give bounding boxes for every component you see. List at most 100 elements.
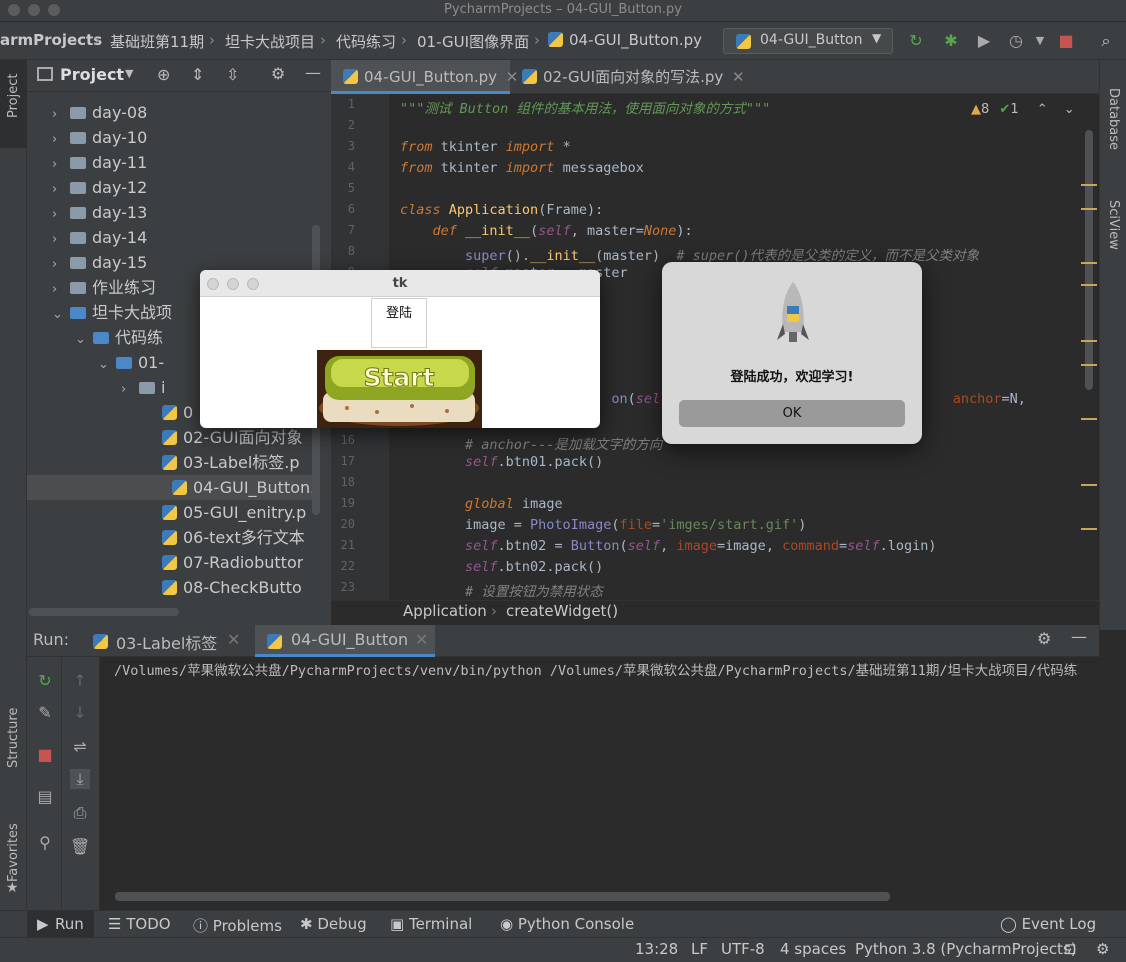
chevron-icon[interactable]: ⌄ <box>98 352 116 375</box>
tree-file[interactable]: 05-GUI_enitry.p <box>144 500 306 525</box>
trash-icon[interactable]: 🗑 <box>70 837 90 857</box>
warning-marker[interactable] <box>1081 340 1097 342</box>
tree-file[interactable]: 08-CheckButto <box>144 575 302 600</box>
chevron-icon[interactable]: › <box>52 227 70 250</box>
tab-02-gui[interactable]: 02-GUI面向对象的写法.py ✕ <box>510 60 745 94</box>
lock-icon[interactable]: ⊡ <box>1064 940 1077 958</box>
editor-scrollbar[interactable] <box>1085 130 1093 390</box>
start-image-button[interactable]: Start <box>317 350 482 428</box>
tree-file[interactable]: 03-Label标签.p <box>144 450 300 475</box>
wrench-icon[interactable]: ✎ <box>35 703 55 723</box>
tree-folder[interactable]: ⌄ 01- <box>98 350 164 375</box>
run-tool-button[interactable]: ▶ Run <box>27 911 94 938</box>
tree-hscrollbar[interactable] <box>29 608 179 616</box>
crumb-class[interactable]: Application <box>403 602 487 620</box>
warning-marker[interactable] <box>1081 418 1097 420</box>
close-dot[interactable] <box>207 278 219 290</box>
debug-icon[interactable]: ✱ <box>941 31 961 51</box>
tree-folder[interactable]: › day-15 <box>52 250 147 275</box>
warning-marker[interactable] <box>1081 262 1097 264</box>
chevron-icon[interactable]: › <box>52 152 70 175</box>
search-icon[interactable]: ⌕ <box>1096 31 1116 51</box>
collapse-all-icon[interactable]: ⇳ <box>226 65 239 84</box>
warning-marker[interactable] <box>1081 208 1097 210</box>
chevron-icon[interactable]: › <box>52 102 70 125</box>
tree-folder[interactable]: › 作业练习 <box>52 275 156 300</box>
close-icon[interactable]: ✕ <box>227 630 240 649</box>
crumb-project[interactable]: armProjects <box>0 31 102 49</box>
tree-folder[interactable]: › day-08 <box>52 100 147 125</box>
tree-file[interactable]: 0 <box>144 400 193 425</box>
settings-icon[interactable]: ⚙ <box>1096 940 1109 958</box>
chevron-icon[interactable]: › <box>121 377 139 400</box>
problems-tool-button[interactable]: ⓘ Problems <box>193 915 282 936</box>
debug-tool-button[interactable]: ✱ Debug <box>300 915 367 933</box>
chevron-icon[interactable]: ⌄ <box>52 302 70 325</box>
run-tab-04-gui-button[interactable]: 04-GUI_Button ✕ <box>255 625 435 657</box>
project-tool-tab[interactable]: Project <box>0 60 27 148</box>
chevron-icon[interactable]: › <box>52 202 70 225</box>
crumb-folder-2[interactable]: 坦卡大战项目 <box>225 31 315 52</box>
minimize-dot[interactable] <box>227 278 239 290</box>
tree-folder[interactable]: ⌄ 坦卡大战项 <box>52 300 172 325</box>
minimize-dot[interactable] <box>28 4 40 16</box>
hide-icon[interactable]: — <box>1071 627 1087 646</box>
line-separator[interactable]: LF <box>691 940 708 958</box>
warning-marker[interactable] <box>1081 364 1097 366</box>
indent-setting[interactable]: 4 spaces <box>780 940 846 958</box>
caret-position[interactable]: 13:28 <box>635 940 678 958</box>
soft-wrap-icon[interactable]: ⇌ <box>70 737 90 757</box>
rerun-icon[interactable]: ↻ <box>906 31 926 51</box>
run-config-select[interactable]: 04-GUI_Button ▼ <box>723 28 893 54</box>
warning-marker[interactable] <box>1081 184 1097 186</box>
terminal-tool-button[interactable]: ▣ Terminal <box>390 915 472 933</box>
run-tab-03-label[interactable]: 03-Label标签 ✕ <box>85 625 245 657</box>
ok-button[interactable]: OK <box>679 400 905 427</box>
crumb-folder-1[interactable]: 基础班第11期 <box>110 31 204 52</box>
crumb-method[interactable]: createWidget() <box>506 602 618 620</box>
sciview-tool-tab[interactable]: SciView <box>1106 200 1121 250</box>
tree-folder[interactable]: › day-10 <box>52 125 147 150</box>
console-hscrollbar[interactable] <box>115 892 890 901</box>
crumb-file[interactable]: 04-GUI_Button.py <box>548 31 702 49</box>
chevron-icon[interactable]: › <box>52 177 70 200</box>
chevron-icon[interactable]: ⌄ <box>75 327 93 350</box>
tree-folder[interactable]: ⌄ 代码练 <box>75 325 163 350</box>
layout-icon[interactable]: ▤ <box>35 787 55 807</box>
tree-file[interactable]: 07-Radiobuttor <box>144 550 303 575</box>
gear-icon[interactable]: ⚙ <box>271 64 285 83</box>
zoom-dot[interactable] <box>247 278 259 290</box>
file-encoding[interactable]: UTF-8 <box>721 940 765 958</box>
tree-file[interactable]: 06-text多行文本 <box>144 525 305 550</box>
crumb-folder-4[interactable]: 01-GUI图像界面 <box>417 31 529 52</box>
tree-folder[interactable]: › day-13 <box>52 200 147 225</box>
tree-folder[interactable]: › day-12 <box>52 175 147 200</box>
more-chevron-icon[interactable]: ▼ <box>1030 31 1050 51</box>
close-dot[interactable] <box>8 4 20 16</box>
crumb-folder-3[interactable]: 代码练习 <box>336 31 396 52</box>
structure-tool-tab[interactable]: Structure <box>6 708 21 768</box>
coverage-icon[interactable]: ▶ <box>974 31 994 51</box>
tab-04-gui-button[interactable]: 04-GUI_Button.py ✕ <box>331 60 518 94</box>
expand-all-icon[interactable]: ⇕ <box>191 65 204 84</box>
favorites-tool-tab[interactable]: Favorites <box>6 823 21 882</box>
stop-icon[interactable]: ■ <box>35 745 55 765</box>
print-icon[interactable]: ⎙ <box>70 803 90 823</box>
close-icon[interactable]: ✕ <box>732 68 745 86</box>
project-view-select[interactable]: Project <box>60 65 124 84</box>
event-log-tool-button[interactable]: ◯ Event Log <box>1000 915 1096 933</box>
gear-icon[interactable]: ⚙ <box>1037 629 1051 648</box>
login-button[interactable]: 登陆 <box>371 298 427 348</box>
chevron-down-icon[interactable]: ⌄ <box>1064 102 1075 117</box>
scroll-to-end-icon[interactable]: ⤓ <box>70 769 90 789</box>
tree-file[interactable]: 02-GUI面向对象 <box>144 425 303 450</box>
close-icon[interactable]: ✕ <box>415 630 428 649</box>
locate-icon[interactable]: ⊕ <box>157 65 170 84</box>
python-console-tool-button[interactable]: ◉ Python Console <box>500 915 634 933</box>
todo-tool-button[interactable]: ☰ TODO <box>108 915 171 933</box>
stop-icon[interactable]: ■ <box>1056 31 1076 51</box>
arrow-up-icon[interactable]: ↑ <box>70 671 90 691</box>
chevron-icon[interactable]: › <box>52 127 70 150</box>
arrow-down-icon[interactable]: ↓ <box>70 703 90 723</box>
interpreter[interactable]: Python 3.8 (PycharmProjects) <box>855 940 1077 958</box>
